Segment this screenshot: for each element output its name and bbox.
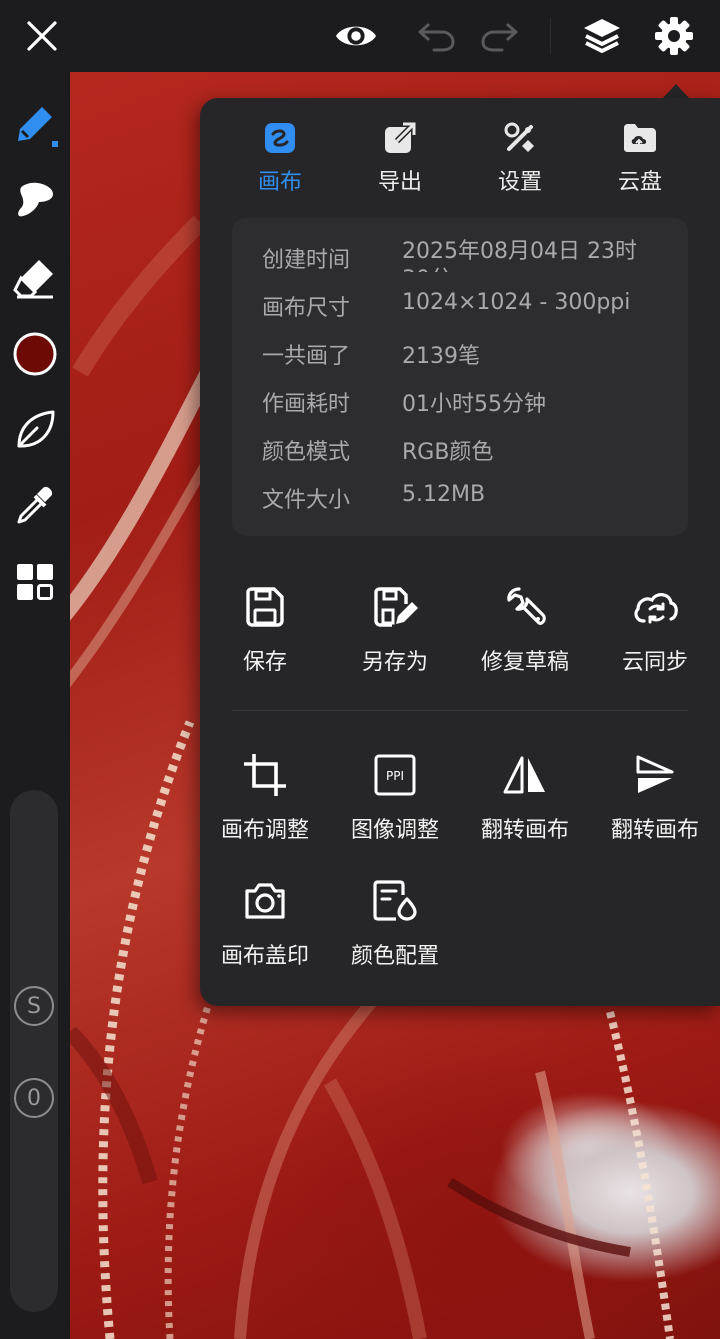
info-key: 作画耗时 (262, 392, 351, 417)
info-key: 一共画了 (262, 344, 351, 369)
action-label: 另存为 (361, 650, 428, 675)
top-toolbar (0, 0, 720, 72)
flip-vertical-button[interactable]: 翻转画布 (590, 750, 720, 844)
action-label: 云同步 (621, 650, 688, 675)
repair-wrench-icon (460, 582, 590, 632)
canvas-info-panel: 创建时间 2025年08月04日 23时30分 画布尺寸 1024×1024 -… (232, 218, 688, 536)
section-divider (232, 710, 688, 711)
canvas-menu-popover: 画布 导出 设置 云盘 创建时间 2025年08月04日 23时30分 画布尺寸… (200, 98, 720, 1006)
crop-icon (200, 750, 330, 800)
tab-label: 画布 (257, 170, 302, 195)
action-label: 画布盖印 (220, 944, 309, 969)
redo-icon[interactable] (478, 14, 522, 58)
save-icon (200, 582, 330, 632)
info-value: RGB颜色 (402, 440, 494, 465)
cloud-drive-icon (590, 120, 690, 156)
action-label: 翻转画布 (480, 818, 569, 843)
info-value: 2025年08月04日 23时30分 (402, 239, 637, 272)
action-label: 画布调整 (220, 818, 309, 843)
toolbar-divider (550, 18, 551, 54)
action-label: 颜色配置 (350, 944, 439, 969)
flip-horizontal-icon (460, 750, 590, 800)
brush-icon[interactable] (11, 100, 59, 148)
canvas-adjust-button[interactable]: 画布调整 (200, 750, 330, 844)
flip-vertical-icon (590, 750, 720, 800)
info-key: 画布尺寸 (262, 296, 351, 321)
eyedropper-icon[interactable] (11, 482, 59, 530)
tools-settings-icon (470, 120, 570, 156)
canvas-stamp-button[interactable]: 画布盖印 (200, 876, 330, 970)
action-label: 保存 (242, 650, 287, 675)
cloud-sync-button[interactable]: 云同步 (590, 582, 720, 676)
tab-settings[interactable]: 设置 (470, 120, 570, 196)
info-key: 颜色模式 (262, 440, 351, 465)
opacity-badge[interactable]: 0 (14, 1078, 54, 1118)
info-value: 1024×1024 - 300ppi (402, 290, 631, 315)
save-as-button[interactable]: 另存为 (330, 582, 460, 676)
info-value: 5.12MB (402, 482, 486, 507)
canvas-tab-icon (230, 120, 330, 156)
eraser-icon[interactable] (11, 254, 59, 302)
tab-label: 云盘 (617, 170, 662, 195)
popover-pointer (662, 84, 690, 99)
flip-horizontal-button[interactable]: 翻转画布 (460, 750, 590, 844)
size-badge[interactable]: S (14, 986, 54, 1026)
tab-label: 设置 (497, 170, 542, 195)
close-icon[interactable] (20, 14, 64, 58)
info-key: 文件大小 (262, 488, 351, 513)
brush-size-slider[interactable]: S 0 (10, 790, 58, 1312)
save-as-icon (330, 582, 460, 632)
repair-draft-button[interactable]: 修复草稿 (460, 582, 590, 676)
camera-stamp-icon (200, 876, 330, 926)
tab-cloud-drive[interactable]: 云盘 (590, 120, 690, 196)
ppi-icon-text: PPI (386, 769, 404, 783)
settings-gear-icon[interactable] (652, 14, 696, 58)
layers-icon[interactable] (580, 14, 624, 58)
info-value: 01小时55分钟 (402, 392, 546, 417)
cloud-sync-icon (590, 582, 720, 632)
tab-canvas[interactable]: 画布 (230, 120, 330, 196)
grid-apps-icon[interactable] (11, 558, 59, 606)
undo-icon[interactable] (414, 14, 458, 58)
image-adjust-button[interactable]: PPI 图像调整 (330, 750, 460, 844)
eye-icon[interactable] (334, 14, 378, 58)
action-label: 图像调整 (350, 818, 439, 843)
action-label: 翻转画布 (610, 818, 699, 843)
smudge-icon[interactable] (11, 176, 59, 224)
color-profile-button[interactable]: 颜色配置 (330, 876, 460, 970)
export-icon (350, 120, 450, 156)
action-label: 修复草稿 (480, 650, 569, 675)
color-swatch[interactable] (11, 330, 59, 378)
save-button[interactable]: 保存 (200, 582, 330, 676)
info-key: 创建时间 (262, 248, 351, 273)
ppi-icon: PPI (330, 750, 460, 800)
tab-export[interactable]: 导出 (350, 120, 450, 196)
info-value: 2139笔 (402, 344, 480, 369)
color-profile-icon (330, 876, 460, 926)
leaf-shape-icon[interactable] (11, 406, 59, 454)
tab-label: 导出 (377, 170, 422, 195)
